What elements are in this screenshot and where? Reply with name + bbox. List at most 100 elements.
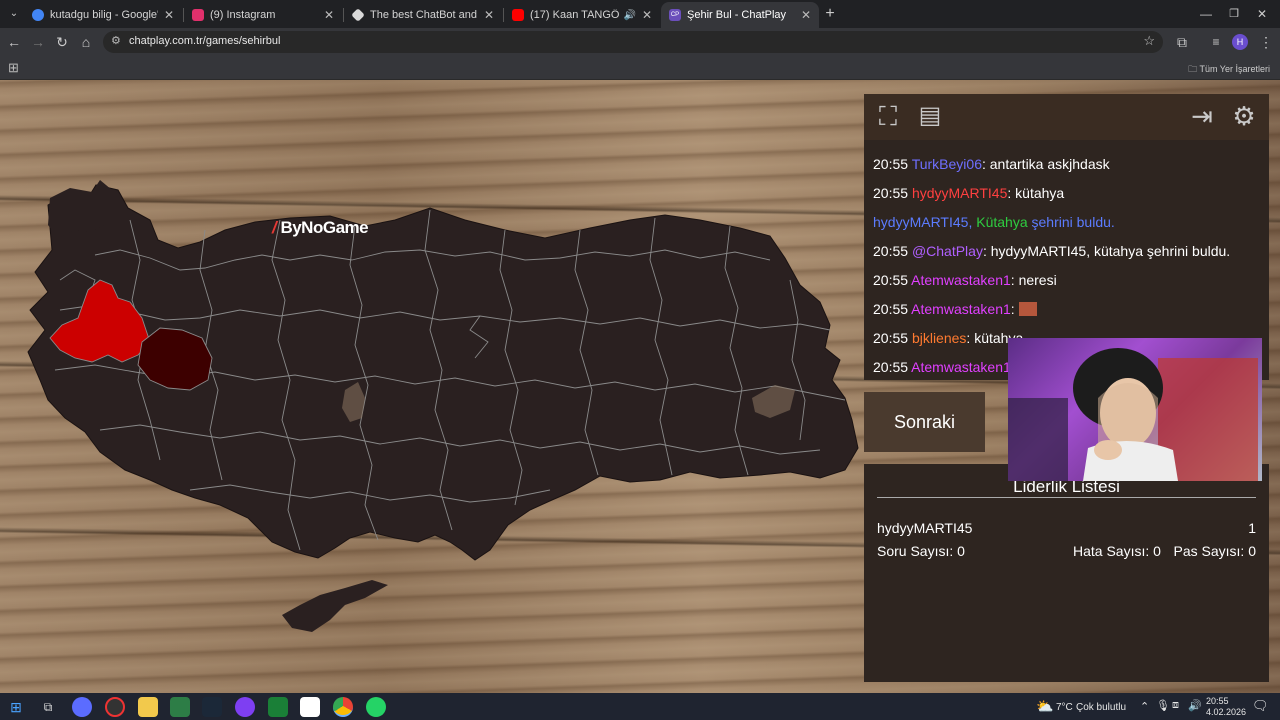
tab-title: (17) Kaan TANGÖZE - Bekle <box>530 9 620 21</box>
restore-icon[interactable]: ❐ <box>1224 4 1244 24</box>
weather-text[interactable]: Çok bulutlu <box>1076 702 1126 713</box>
close-icon[interactable]: ✕ <box>484 8 494 22</box>
minimize-icon[interactable]: — <box>1196 4 1216 24</box>
youtube-icon <box>512 9 524 21</box>
fullscreen-icon[interactable]: ⛶ <box>872 100 904 132</box>
notes-icon[interactable]: ▤ <box>914 100 946 132</box>
steam-icon[interactable] <box>202 697 222 717</box>
chrome-icon[interactable] <box>333 697 353 717</box>
chat-message: 20:55 Atemwastaken1 <box>873 359 1011 375</box>
leaderboard-player: hydyyMARTI45 <box>877 520 973 536</box>
chat-text: hydyyMARTI45, kütahya şehrini buldu. <box>990 243 1231 259</box>
chat-user[interactable]: hydyyMARTI45, <box>873 214 972 230</box>
logo-text: ByNoGame <box>280 218 369 237</box>
chat-message: 20:55 Atemwastaken1: <box>873 301 1037 317</box>
chat-user[interactable]: hydyyMARTI45 <box>912 185 1007 201</box>
leaderboard-divider <box>877 497 1256 498</box>
chat-user[interactable]: Atemwastaken1 <box>911 359 1011 375</box>
tab-youtube[interactable]: (17) Kaan TANGÖZE - Bekle🔊 ✕ <box>504 2 660 28</box>
tab-chatbot[interactable]: The best ChatBot and Widgets ✕ <box>344 2 502 28</box>
diamond-icon <box>351 8 365 22</box>
turkey-map <box>27 180 859 632</box>
tab-sehir-bul[interactable]: CP Şehir Bul - ChatPlay ✕ <box>661 2 819 28</box>
media-icon[interactable]: ≡ <box>1206 32 1226 52</box>
browser-toolbar: ← → ↻ ⌂ ⚙ chatplay.com.tr/games/sehirbul… <box>0 28 1280 56</box>
close-icon[interactable]: ✕ <box>164 8 174 22</box>
recorder-icon[interactable] <box>105 697 125 717</box>
address-bar[interactable]: ⚙ chatplay.com.tr/games/sehirbul ☆ <box>103 31 1163 53</box>
reload-icon[interactable]: ↻ <box>52 32 72 52</box>
tab-title: The best ChatBot and Widgets <box>370 9 478 21</box>
panel-toolbar: ⛶ ▤ ⇥ ⚙ <box>864 94 1269 140</box>
tab-instagram[interactable]: (9) Instagram ✕ <box>184 2 342 28</box>
clock-time[interactable]: 20:55 <box>1206 696 1229 706</box>
extensions-icon[interactable]: ⧉ <box>1172 32 1192 52</box>
bookmarks-bar: ⊞ 🗀 Tüm Yer İşaretleri <box>0 56 1280 80</box>
terminal-icon[interactable] <box>268 697 288 717</box>
chat-system-message: hydyyMARTI45, Kütahya şehrini buldu. <box>873 214 1115 230</box>
chat-text: şehrini buldu. <box>1031 214 1115 230</box>
next-button[interactable]: Sonraki <box>864 392 985 452</box>
window-close-icon[interactable]: ✕ <box>1252 4 1272 24</box>
instagram-icon <box>192 9 204 21</box>
whatsapp-icon[interactable] <box>366 697 386 717</box>
emote-icon <box>1018 302 1037 316</box>
home-icon[interactable]: ⌂ <box>76 32 96 52</box>
tab-google[interactable]: kutadgu bilig - Google'da Ara ✕ <box>24 2 182 28</box>
chat-message: 20:55 TurkBeyi06: antartika askjhdask <box>873 156 1110 172</box>
chat-user[interactable]: Atemwastaken1 <box>911 272 1011 288</box>
question-count: Soru Sayısı: 0 <box>877 543 965 559</box>
tab-search-button[interactable]: ⌄ <box>4 4 24 24</box>
close-icon[interactable]: ✕ <box>324 8 334 22</box>
chat-message: 20:55 hydyyMARTI45: kütahya <box>873 185 1065 201</box>
tab-strip: ⌄ kutadgu bilig - Google'da Ara ✕ (9) Ins… <box>0 0 1280 28</box>
task-view-icon[interactable]: ⧉ <box>38 697 58 717</box>
site-info-icon[interactable]: ⚙ <box>111 34 121 47</box>
clock-date[interactable]: 4.02.2026 <box>1206 707 1246 717</box>
bookmark-star-icon[interactable]: ☆ <box>1143 33 1155 49</box>
cyprus-island <box>282 580 388 632</box>
close-icon[interactable]: ✕ <box>642 8 652 22</box>
capcut-icon[interactable] <box>300 697 320 717</box>
speaker-icon[interactable]: 🔊 <box>623 10 635 21</box>
new-tab-button[interactable]: + <box>820 4 840 24</box>
chat-text: neresi <box>1018 272 1057 288</box>
chat-text: antartika askjhdask <box>989 156 1110 172</box>
exit-icon[interactable]: ⇥ <box>1186 100 1218 132</box>
forward-icon[interactable]: → <box>28 32 48 52</box>
webcam-image <box>1008 348 1258 481</box>
notification-icon[interactable]: 🗨 <box>1252 698 1269 714</box>
volume-icon[interactable]: 🔊 <box>1188 699 1202 712</box>
file-explorer-icon[interactable] <box>138 697 158 717</box>
profile-avatar[interactable]: H <box>1232 34 1248 50</box>
folder-icon: 🗀 <box>1188 64 1200 74</box>
error-count: Hata Sayısı: 0 <box>1073 543 1161 559</box>
back-icon[interactable]: ← <box>4 32 24 52</box>
pass-count: Pas Sayısı: 0 <box>1173 543 1257 559</box>
obs-icon[interactable] <box>235 697 255 717</box>
chat-user[interactable]: @ChatPlay <box>912 243 983 259</box>
copilot-icon[interactable] <box>72 697 92 717</box>
network-icon[interactable]: ⧈ <box>1172 699 1179 712</box>
windows-taskbar: ⊞ ⧉ ⛅ 7°C Çok bulutlu ⌃ 🎙 ⧈ 🔊 20:55 4.02… <box>0 693 1280 720</box>
all-bookmarks[interactable]: 🗀 Tüm Yer İşaretleri <box>1188 62 1270 78</box>
store-icon[interactable] <box>170 697 190 717</box>
weather-temp[interactable]: 7°C <box>1056 702 1073 713</box>
all-bookmarks-label: Tüm Yer İşaretleri <box>1199 64 1270 74</box>
leaderboard: Liderlik Listesi hydyyMARTI45 1 Soru Say… <box>864 464 1269 682</box>
chat-user[interactable]: TurkBeyi06 <box>912 156 982 172</box>
weather-icon[interactable]: ⛅ <box>1036 698 1053 715</box>
chat-user[interactable]: bjklienes <box>912 330 966 346</box>
tab-title: Şehir Bul - ChatPlay <box>687 9 787 21</box>
tray-chevron-icon[interactable]: ⌃ <box>1140 700 1149 713</box>
close-icon[interactable]: ✕ <box>801 8 811 22</box>
chat-user[interactable]: Atemwastaken1 <box>911 301 1011 317</box>
chat-text: kütahya <box>1015 185 1065 201</box>
settings-gear-icon[interactable]: ⚙ <box>1228 100 1260 132</box>
menu-icon[interactable]: ⋮ <box>1256 32 1276 52</box>
apps-grid-icon[interactable]: ⊞ <box>8 60 19 76</box>
microphone-icon[interactable]: 🎙 <box>1156 699 1170 712</box>
chat-city: Kütahya <box>976 214 1028 230</box>
windows-start-icon[interactable]: ⊞ <box>6 697 26 717</box>
chat-message: 20:55 Atemwastaken1: neresi <box>873 272 1057 288</box>
